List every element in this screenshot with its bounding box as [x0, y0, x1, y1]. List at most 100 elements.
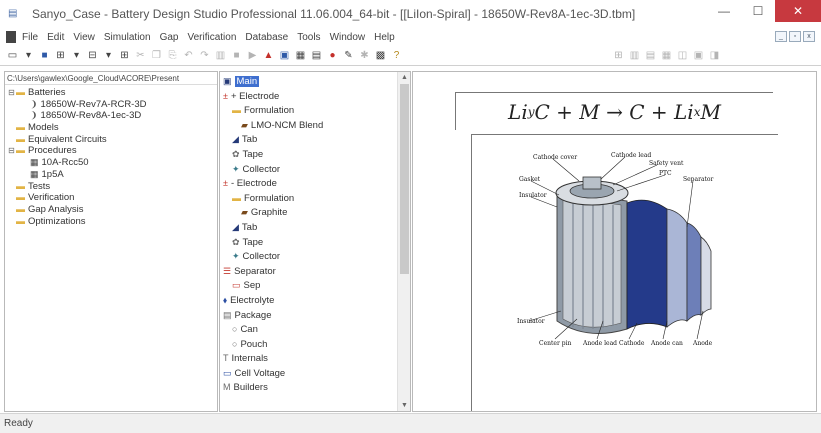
record-icon[interactable]: ● — [326, 49, 339, 62]
scroll-down-icon[interactable]: ▼ — [398, 400, 410, 411]
eq-term-c: C + Li — [629, 99, 694, 124]
tree-icon[interactable]: ⊟ — [86, 49, 99, 62]
design-tree-item[interactable]: ▰ LMO-NCM Blend — [223, 118, 410, 133]
grid-icon[interactable]: ⊞ — [118, 49, 131, 62]
scroll-thumb[interactable] — [400, 84, 409, 274]
workspace-tree-item[interactable]: ⊟▬ Procedures — [5, 145, 217, 157]
procedure-icon: ▦ — [30, 157, 39, 168]
menu-view[interactable]: View — [73, 32, 95, 43]
workspace-tree-item[interactable]: ▬ Gap Analysis — [5, 204, 217, 216]
folder-icon: ▬ — [16, 203, 25, 214]
workspace-tree-item[interactable]: ▦ 1p5A — [5, 169, 217, 181]
copy-icon[interactable]: ❐ — [150, 49, 163, 62]
design-tree-item[interactable]: M Builders — [223, 380, 410, 395]
design-tree-scrollbar[interactable]: ▲ ▼ — [397, 72, 410, 411]
workspace-tree: ⊟▬ Batteries ❩ 18650W-Rev7A-RCR-3D ❩ 18650W-R… — [5, 85, 217, 227]
folder-icon: ▬ — [16, 133, 25, 144]
toolbar-extra-icon[interactable]: ▦ — [660, 49, 673, 62]
design-tree-item[interactable]: ✦ Collector — [223, 162, 410, 177]
paste-icon[interactable]: ⎘ — [166, 49, 179, 62]
layout-icon[interactable]: ▦ — [294, 49, 307, 62]
expand-toggle-icon[interactable]: ⊟ — [7, 145, 16, 157]
menu-database[interactable]: Database — [245, 32, 288, 43]
run-icon[interactable]: ▶ — [246, 49, 259, 62]
redo-icon[interactable]: ↷ — [198, 49, 211, 62]
design-tree-item[interactable]: ± - Electrode — [223, 176, 410, 191]
design-tree-item[interactable]: T Internals — [223, 351, 410, 366]
workspace-tree-item[interactable]: ▬ Verification — [5, 192, 217, 204]
workspace-tree-label: 1p5A — [41, 168, 64, 180]
collector-icon: ✦ — [232, 251, 240, 262]
toolbar-extra-icon[interactable]: ◨ — [708, 49, 721, 62]
app-icon[interactable]: ▤ — [8, 8, 22, 20]
pen-icon[interactable]: ✎ — [342, 49, 355, 62]
menu-simulation[interactable]: Simulation — [104, 32, 151, 43]
menu-window[interactable]: Window — [330, 32, 366, 43]
toolbar-extra-icon[interactable]: ▤ — [644, 49, 657, 62]
window-icon[interactable]: ▣ — [278, 49, 291, 62]
design-tree-item[interactable]: ▭ Sep — [223, 278, 410, 293]
dropdown-icon[interactable]: ▾ — [22, 49, 35, 62]
design-tree-item[interactable]: ▭ Cell Voltage — [223, 366, 410, 381]
design-tree-item[interactable]: ○ Pouch — [223, 337, 410, 352]
chart-icon[interactable]: ▥ — [214, 49, 227, 62]
target-icon[interactable]: ✱ — [358, 49, 371, 62]
toolbar-extra-icon[interactable]: ▥ — [628, 49, 641, 62]
dropdown-icon[interactable]: ▾ — [70, 49, 83, 62]
build-icon[interactable]: ▲ — [262, 49, 275, 62]
design-tree-item[interactable]: ✿ Tape — [223, 235, 410, 250]
design-tree-item[interactable]: ✿ Tape — [223, 147, 410, 162]
mdi-minimize-button[interactable]: _ — [775, 31, 787, 42]
design-tree-item[interactable]: ▰ Graphite — [223, 205, 410, 220]
design-tree-item[interactable]: ⬧ Electrolyte — [223, 293, 410, 308]
dropdown-icon[interactable]: ▾ — [102, 49, 115, 62]
toolbar-extra-icon[interactable]: ◫ — [676, 49, 689, 62]
menu-edit[interactable]: Edit — [47, 32, 64, 43]
scroll-up-icon[interactable]: ▲ — [398, 72, 410, 83]
workspace-tree-item[interactable]: ▬ Equivalent Circuits — [5, 134, 217, 146]
design-tree-item[interactable]: ☰ Separator — [223, 264, 410, 279]
new-icon[interactable]: ▭ — [6, 49, 19, 62]
help-icon[interactable]: ? — [390, 49, 403, 62]
toolbar-extra-icon[interactable]: ⊞ — [612, 49, 625, 62]
design-tree-label: LMO-NCM Blend — [250, 119, 324, 131]
document-icon[interactable] — [6, 31, 16, 43]
workspace-tree-item[interactable]: ⊟▬ Batteries — [5, 87, 217, 99]
menu-file[interactable]: File — [22, 32, 38, 43]
design-tree-item[interactable]: ✦ Collector — [223, 249, 410, 264]
menu-help[interactable]: Help — [374, 32, 395, 43]
open-icon[interactable]: ⊞ — [54, 49, 67, 62]
design-tree-item[interactable]: ▤ Package — [223, 308, 410, 323]
mdi-restore-button[interactable]: ▫ — [789, 31, 801, 42]
close-button[interactable]: ✕ — [775, 0, 821, 22]
workspace-tree-item[interactable]: ▬ Optimizations — [5, 216, 217, 228]
cut-icon[interactable]: ✂ — [134, 49, 147, 62]
workspace-tree-item[interactable]: ▬ Tests — [5, 181, 217, 193]
design-tree-item[interactable]: ± + Electrode — [223, 89, 410, 104]
minimize-button[interactable]: — — [707, 0, 741, 22]
menu-verification[interactable]: Verification — [187, 32, 236, 43]
workspace-tree-item[interactable]: ❩ 18650W-Rev7A-RCR-3D — [5, 99, 217, 111]
menu-tools[interactable]: Tools — [297, 32, 320, 43]
menu-gap[interactable]: Gap — [160, 32, 179, 43]
design-tree-item[interactable]: ▣ Main — [223, 74, 410, 89]
expand-toggle-icon[interactable]: ⊟ — [7, 87, 16, 99]
electrolyte-icon: ⬧ — [223, 294, 228, 305]
design-tree-item[interactable]: ◢ Tab — [223, 220, 410, 235]
workspace-tree-item[interactable]: ▦ 10A-Rcc50 — [5, 157, 217, 169]
stop-icon[interactable]: ■ — [230, 49, 243, 62]
table-icon[interactable]: ▩ — [374, 49, 387, 62]
design-tree-item[interactable]: ▬ Formulation — [223, 191, 410, 206]
folder-icon: ▬ — [232, 192, 241, 203]
design-tree-item[interactable]: ○ Can — [223, 322, 410, 337]
panel-icon[interactable]: ▤ — [310, 49, 323, 62]
undo-icon[interactable]: ↶ — [182, 49, 195, 62]
design-tree-item[interactable]: ▬ Formulation — [223, 103, 410, 118]
workspace-tree-item[interactable]: ▬ Models — [5, 122, 217, 134]
maximize-button[interactable]: ☐ — [741, 0, 775, 22]
design-tree-item[interactable]: ◢ Tab — [223, 132, 410, 147]
toolbar-extra-icon[interactable]: ▣ — [692, 49, 705, 62]
mdi-close-button[interactable]: x — [803, 31, 815, 42]
save-icon[interactable]: ■ — [38, 49, 51, 62]
workspace-tree-item[interactable]: ❩ 18650W-Rev8A-1ec-3D — [5, 110, 217, 122]
